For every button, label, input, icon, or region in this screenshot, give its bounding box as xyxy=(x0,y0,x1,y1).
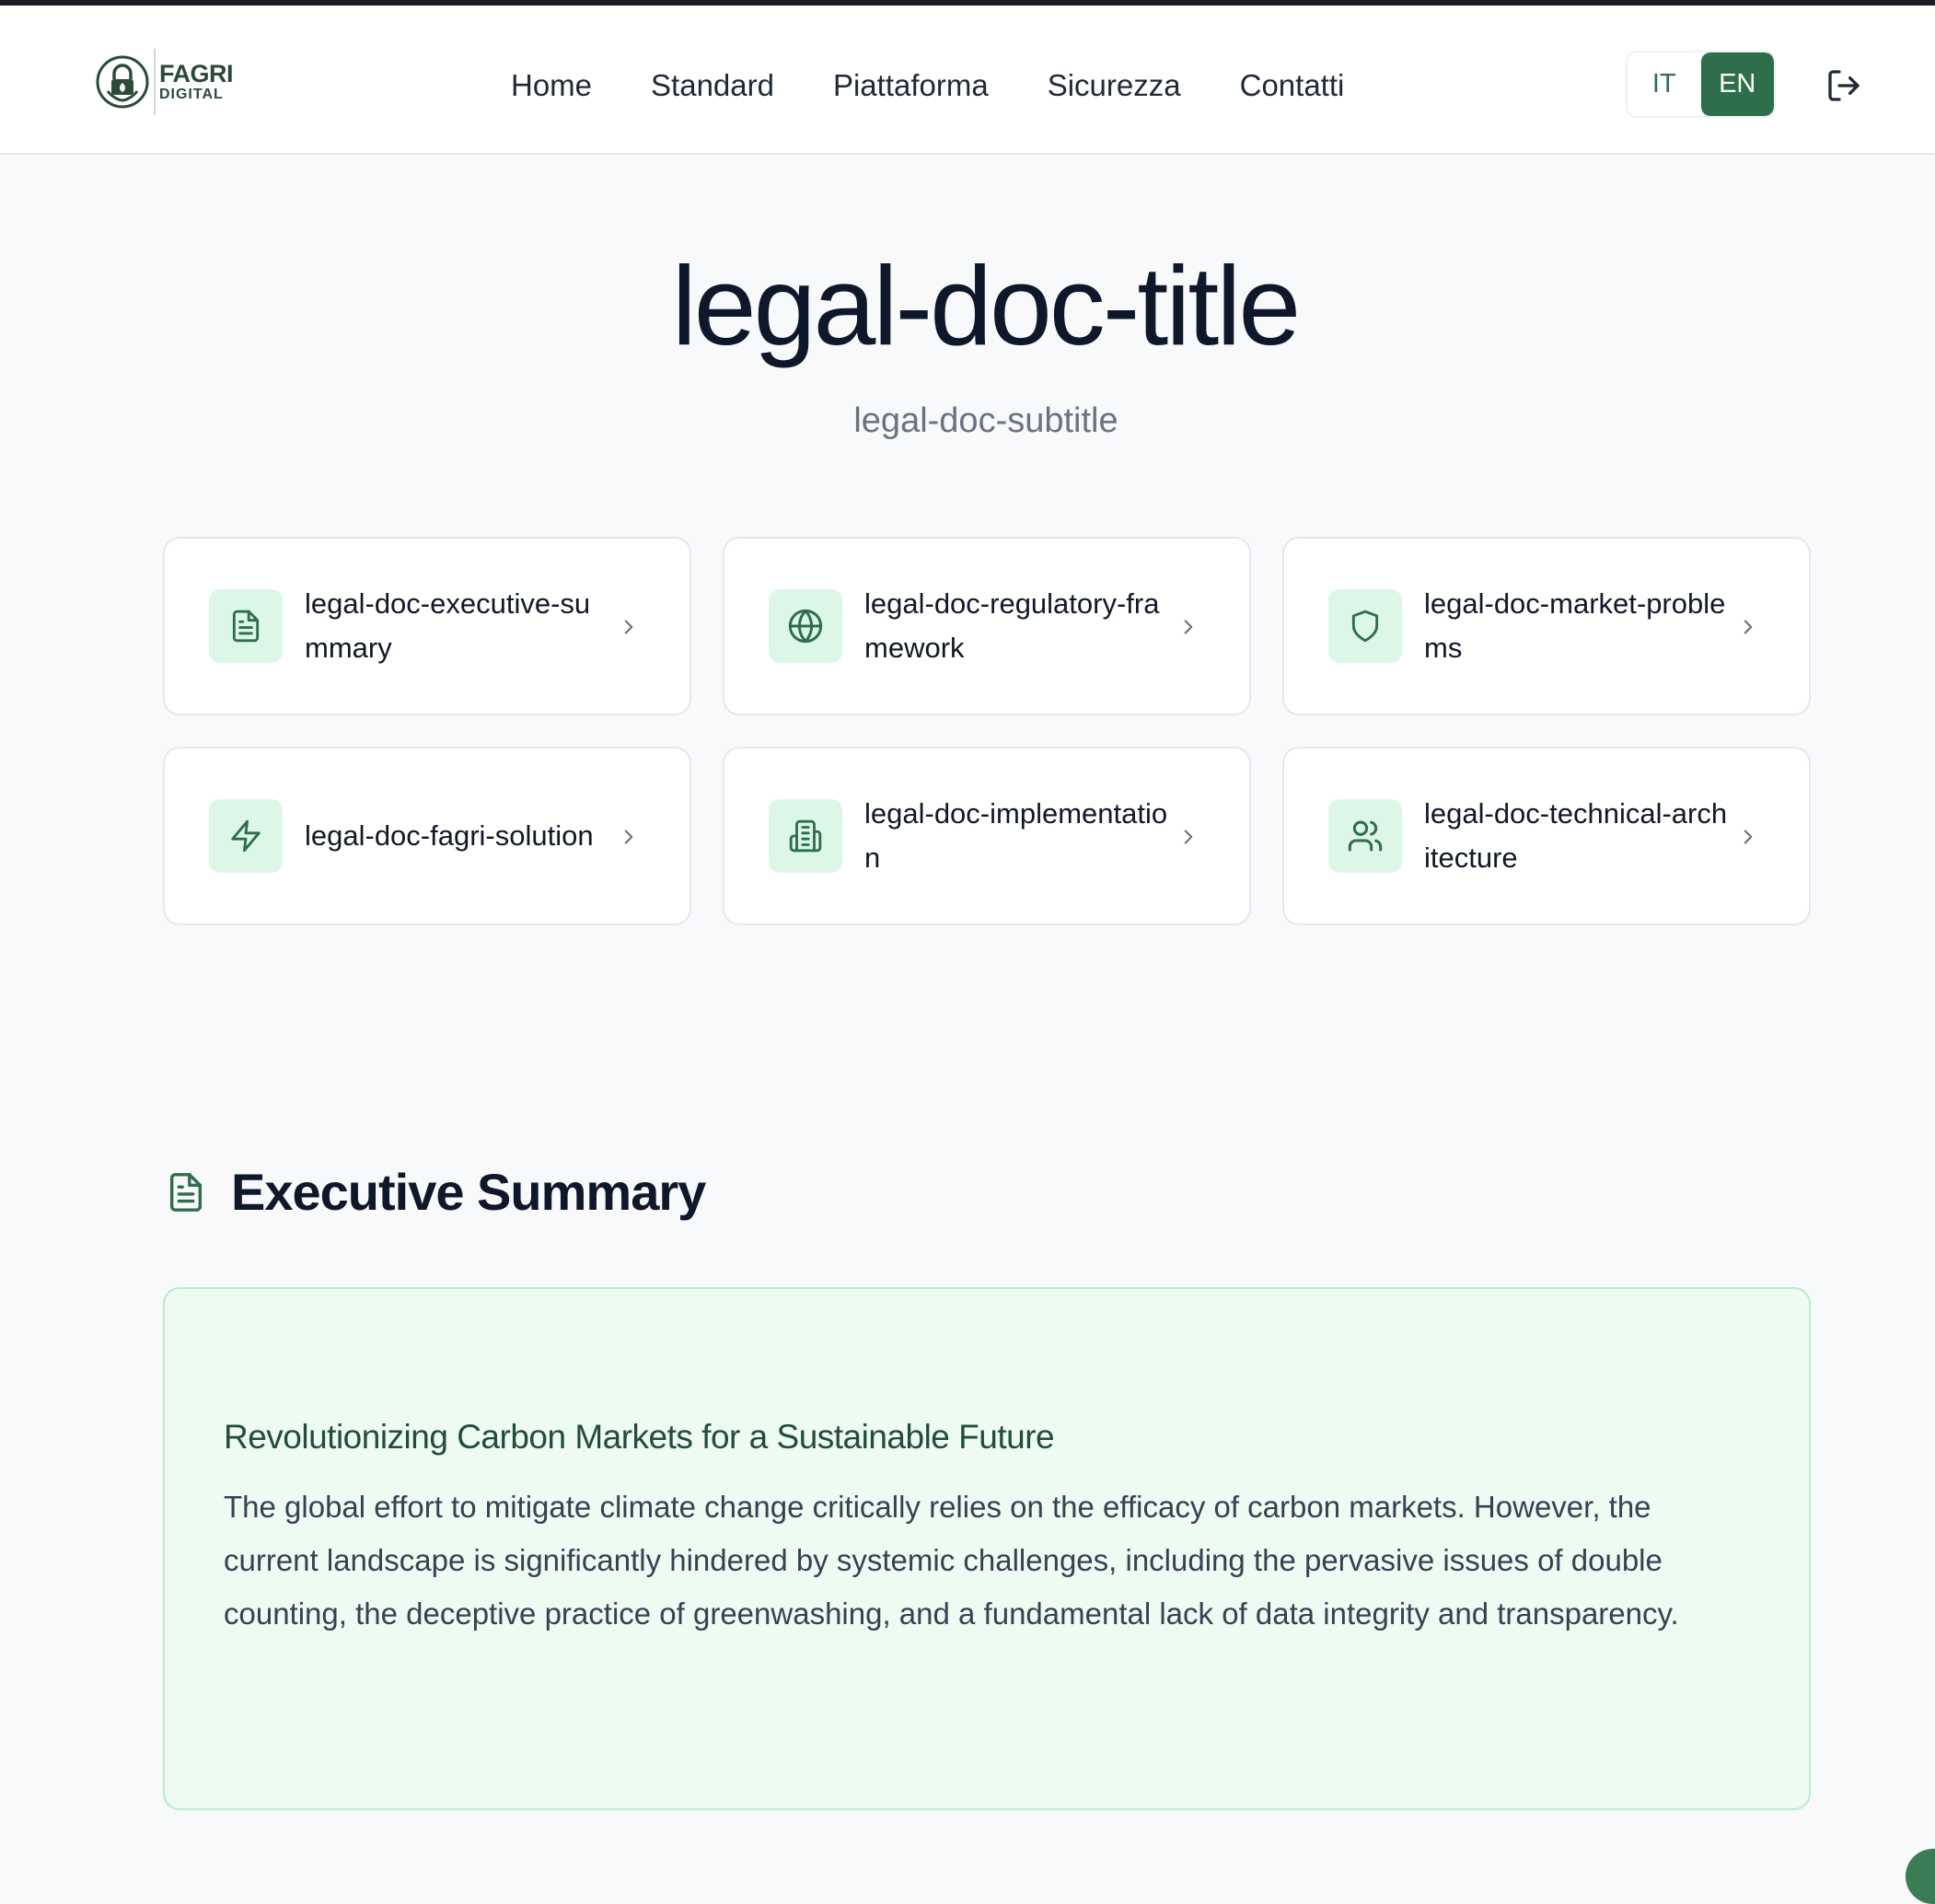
chevron-right-icon xyxy=(1733,822,1763,852)
logo-divider xyxy=(154,49,156,115)
card-label: legal-doc-implementation xyxy=(864,797,1168,874)
summary-heading: Revolutionizing Carbon Markets for a Sus… xyxy=(224,1418,1055,1456)
lang-it-button[interactable]: IT xyxy=(1628,52,1701,116)
brand-line1: FAGRI xyxy=(158,60,234,87)
globe-icon xyxy=(769,589,842,663)
chevron-right-icon xyxy=(1733,612,1763,642)
logout-icon xyxy=(1828,70,1860,101)
page-subtitle: legal-doc-subtitle xyxy=(853,401,1118,440)
nav-sicurezza[interactable]: Sicurezza xyxy=(1048,61,1181,110)
chevron-right-icon xyxy=(614,612,643,642)
executive-summary-box: Revolutionizing Carbon Markets for a Sus… xyxy=(163,1287,1811,1810)
page-title: legal-doc-title xyxy=(671,243,1302,368)
nav-home[interactable]: Home xyxy=(511,61,592,110)
nav-contatti[interactable]: Contatti xyxy=(1240,61,1345,110)
card-market-problems[interactable]: legal-doc-market-problems xyxy=(1282,537,1811,715)
section-heading: Executive Summary xyxy=(165,1162,706,1222)
site-header: FAGRI DIGITAL Home Standard Piattaforma … xyxy=(0,6,1935,155)
users-icon xyxy=(1328,799,1402,873)
card-fagri-solution[interactable]: legal-doc-fagri-solution xyxy=(163,747,691,925)
card-label: legal-doc-technical-architecture xyxy=(1424,797,1728,874)
language-switch: IT EN xyxy=(1626,51,1776,118)
card-implementation[interactable]: legal-doc-implementation xyxy=(723,747,1251,925)
card-label: legal-doc-market-problems xyxy=(1424,587,1726,664)
card-regulatory-framework[interactable]: legal-doc-regulatory-framework xyxy=(723,537,1251,715)
chevron-right-icon xyxy=(1174,822,1203,852)
card-label: legal-doc-regulatory-framework xyxy=(864,587,1160,664)
card-technical-architecture[interactable]: legal-doc-technical-architecture xyxy=(1282,747,1811,925)
nav-piattaforma[interactable]: Piattaforma xyxy=(833,61,989,110)
document-icon xyxy=(209,589,283,663)
padlock-leaf-logo-icon xyxy=(95,54,150,110)
floating-action-button[interactable] xyxy=(1906,1849,1935,1904)
document-icon xyxy=(169,1172,203,1212)
chevron-right-icon xyxy=(614,822,643,852)
main-nav: Home Standard Piattaforma Sicurezza Cont… xyxy=(511,61,1344,110)
lang-en-button[interactable]: EN xyxy=(1700,52,1774,116)
brand-line2: DIGITAL xyxy=(158,87,224,102)
chevron-right-icon xyxy=(1174,612,1203,642)
building-icon xyxy=(769,799,842,873)
brand-name: FAGRI DIGITAL xyxy=(158,60,234,102)
shield-icon xyxy=(1328,589,1402,663)
logout-button[interactable] xyxy=(1823,64,1865,107)
nav-standard[interactable]: Standard xyxy=(651,61,774,110)
card-executive-summary[interactable]: legal-doc-executive-summary xyxy=(163,537,691,715)
section-title: Executive Summary xyxy=(231,1163,706,1221)
card-label: legal-doc-fagri-solution xyxy=(305,819,594,852)
lightning-icon xyxy=(209,799,283,873)
summary-body: The global effort to mitigate climate ch… xyxy=(224,1490,1679,1631)
section-cards: legal-doc-executive-summary legal-doc-re… xyxy=(163,537,1811,925)
card-label: legal-doc-executive-summary xyxy=(305,587,591,664)
brand-logo[interactable]: FAGRI DIGITAL xyxy=(95,46,234,118)
